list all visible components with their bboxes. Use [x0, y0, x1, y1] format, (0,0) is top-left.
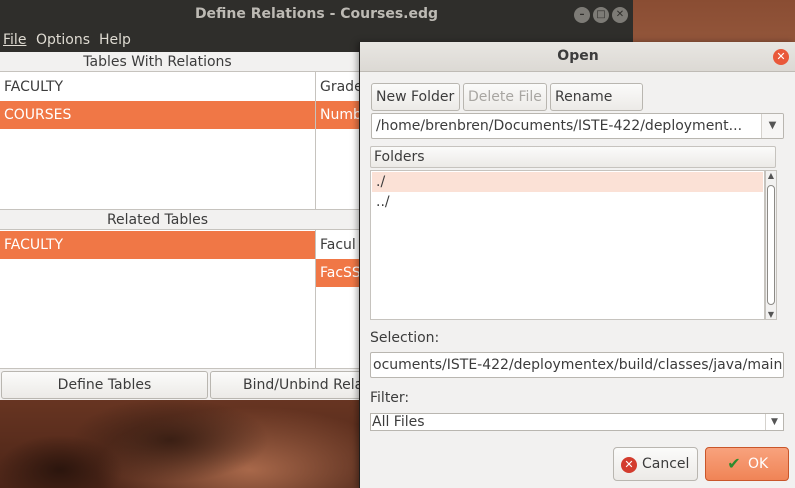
folders-list[interactable]: ./ ../: [370, 170, 765, 320]
open-dialog: Open ✕ New Folder Delete File Rename Fil…: [359, 42, 795, 488]
ok-button[interactable]: ✔ OK: [705, 447, 789, 481]
main-titlebar[interactable]: Define Relations - Courses.edg – □ ✕: [0, 0, 633, 30]
chevron-down-icon[interactable]: ▼: [765, 414, 783, 430]
bind-unbind-button[interactable]: Bind/Unbind Rela: [210, 371, 370, 399]
menu-help[interactable]: Help: [99, 32, 131, 48]
list-item[interactable]: COURSES: [0, 101, 315, 129]
rename-file-button[interactable]: Rename File: [550, 83, 643, 131]
filter-label: Filter:: [370, 390, 410, 406]
chevron-down-icon[interactable]: ▼: [761, 114, 783, 138]
dialog-titlebar[interactable]: Open ✕: [360, 42, 795, 72]
list-item[interactable]: FACULTY: [0, 231, 315, 259]
selection-label: Selection:: [370, 330, 440, 346]
close-icon[interactable]: ✕: [612, 7, 628, 23]
selection-value: ocuments/ISTE-422/deploymentex/build/cla…: [373, 357, 783, 373]
maximize-icon[interactable]: □: [593, 7, 609, 23]
menu-options[interactable]: Options: [36, 32, 90, 48]
new-folder-button[interactable]: New Folder: [371, 83, 460, 111]
list-item[interactable]: FACULTY: [0, 73, 315, 101]
tables-with-relations-header: Tables With Relations: [0, 53, 315, 71]
folder-item[interactable]: ../: [372, 192, 763, 212]
ok-label: OK: [748, 456, 769, 472]
path-combo[interactable]: /home/brenbren/Documents/ISTE-422/deploy…: [371, 113, 784, 139]
define-tables-button[interactable]: Define Tables: [1, 371, 208, 399]
dialog-title: Open: [557, 48, 599, 64]
selection-input[interactable]: ocuments/ISTE-422/deploymentex/build/cla…: [370, 352, 784, 378]
scroll-down-icon[interactable]: ▼: [766, 310, 776, 319]
folders-scrollbar[interactable]: ▲ ▼: [765, 170, 777, 320]
close-icon[interactable]: ✕: [773, 49, 789, 65]
window-title: Define Relations - Courses.edg: [194, 6, 439, 22]
checkmark-icon: ✔: [727, 454, 741, 473]
menu-file[interactable]: File: [3, 32, 26, 48]
filter-value: All Files: [372, 414, 425, 430]
folder-item[interactable]: ./: [372, 172, 763, 192]
folders-header[interactable]: Folders: [370, 146, 776, 168]
scrollbar-thumb[interactable]: [767, 185, 775, 305]
filter-combo[interactable]: All Files ▼: [370, 413, 784, 431]
minimize-icon[interactable]: –: [574, 7, 590, 23]
delete-file-button[interactable]: Delete File: [463, 83, 547, 111]
related-tables-header: Related Tables: [0, 211, 315, 229]
related-tables-list[interactable]: FACULTY: [0, 229, 316, 369]
cancel-button[interactable]: ✕ Cancel: [613, 447, 698, 481]
menu-options-label: Options: [36, 32, 91, 48]
menu-help-label: Help: [99, 32, 131, 48]
cancel-icon: ✕: [621, 457, 637, 473]
cancel-label: Cancel: [642, 456, 690, 472]
menu-file-label: File: [3, 32, 27, 48]
relations-tables-list[interactable]: FACULTY COURSES: [0, 71, 316, 210]
scroll-up-icon[interactable]: ▲: [766, 171, 776, 180]
path-value: /home/brenbren/Documents/ISTE-422/deploy…: [376, 118, 743, 134]
